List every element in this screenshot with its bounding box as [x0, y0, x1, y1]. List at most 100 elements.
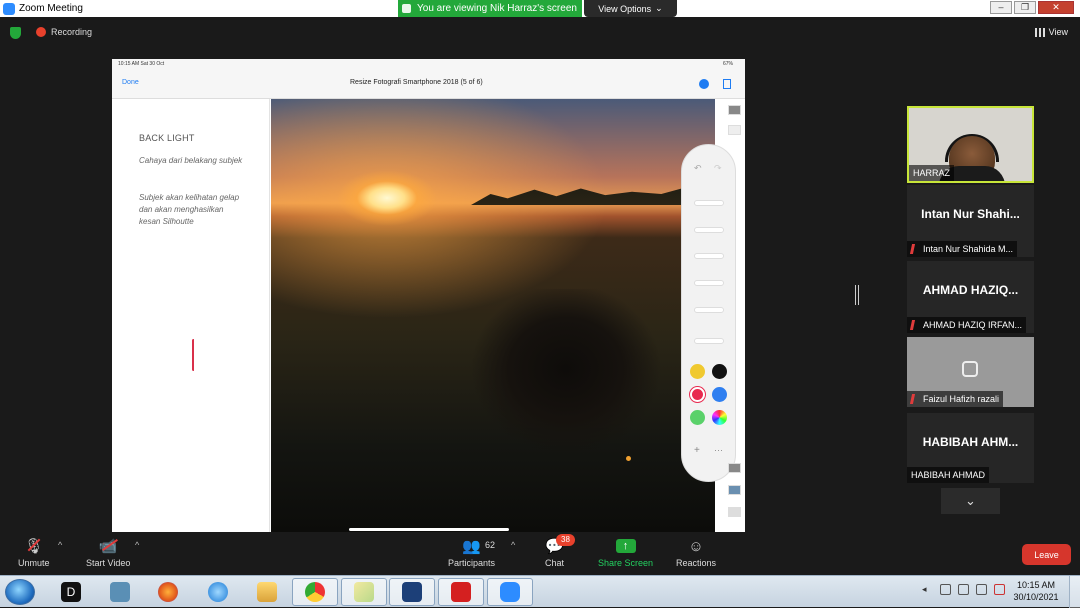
page-thumbnail[interactable] [728, 463, 741, 473]
taskbar-app[interactable] [97, 578, 143, 606]
participant-tile-active[interactable]: HARRAZ [907, 106, 1034, 183]
participant-name-tag: Faizul Hafizh razali [907, 391, 1004, 407]
color-swatch-red[interactable] [690, 387, 705, 402]
speaker-icon[interactable] [940, 584, 951, 595]
tray-expand-icon[interactable]: ◂ [922, 584, 933, 595]
security-shield-icon[interactable] [10, 27, 21, 39]
unmute-label: Unmute [18, 558, 50, 568]
color-swatch-green[interactable] [690, 410, 705, 425]
minimize-button[interactable]: – [990, 1, 1012, 14]
page-thumbnails [727, 103, 743, 533]
start-video-button[interactable]: 📹 Start Video [86, 537, 130, 568]
add-icon[interactable]: + [694, 445, 700, 456]
start-button[interactable] [5, 579, 35, 605]
network-icon[interactable] [976, 584, 987, 595]
photo-lens-flare [626, 456, 631, 461]
close-window-button[interactable]: ✕ [1038, 1, 1074, 14]
zoom-app-icon [3, 2, 15, 15]
maximize-button[interactable]: ❐ [1014, 1, 1036, 14]
share-icon[interactable] [723, 79, 731, 89]
audio-options-caret[interactable]: ^ [58, 540, 62, 550]
notes-app-icon [354, 582, 374, 602]
photo-silhouettes [461, 289, 671, 459]
taskbar-app-active[interactable] [438, 578, 484, 606]
participant-tile[interactable]: Faizul Hafizh razali [907, 337, 1034, 407]
mic-muted-icon [909, 394, 921, 404]
page-thumbnail[interactable] [728, 507, 741, 517]
scroll-down-button[interactable]: ⌄ [941, 488, 1000, 514]
participants-options-caret[interactable]: ^ [511, 540, 515, 550]
firefox-icon [158, 582, 178, 602]
chevron-down-icon: ⌄ [965, 493, 976, 508]
participants-label: Participants [448, 558, 496, 568]
page-thumbnail[interactable] [728, 485, 741, 495]
highlighter-tool[interactable] [694, 253, 724, 259]
redo-icon[interactable]: ↷ [714, 163, 722, 174]
taskbar-app-active[interactable] [487, 578, 533, 606]
view-options-button[interactable]: View Options ⌄ [584, 0, 677, 17]
color-swatch-black[interactable] [712, 364, 727, 379]
taskbar-app[interactable] [244, 578, 290, 606]
participant-tile[interactable]: AHMAD HAZIQ... AHMAD HAZIQ IRFAN... [907, 261, 1034, 333]
power-icon[interactable] [958, 584, 969, 595]
participant-tile[interactable]: Intan Nur Shahi... Intan Nur Shahida M..… [907, 185, 1034, 257]
participant-name: HARRAZ [913, 168, 951, 178]
view-options-label: View Options [598, 3, 652, 14]
reactions-icon: ☺ [688, 537, 704, 555]
taskbar-app-active[interactable] [389, 578, 435, 606]
participant-name-tag: HARRAZ [909, 165, 955, 181]
undo-icon[interactable]: ↶ [694, 163, 702, 174]
taskbar-app[interactable] [145, 578, 191, 606]
action-center-icon[interactable] [994, 584, 1005, 595]
marker-tool[interactable] [694, 227, 724, 233]
panel-splitter[interactable] [855, 285, 859, 305]
participant-tile[interactable]: HABIBAH AHM... HABIBAH AHMAD [907, 413, 1034, 483]
more-icon[interactable]: ··· [714, 445, 723, 455]
show-desktop-button[interactable] [1069, 576, 1080, 608]
taskbar-app-active[interactable] [292, 578, 338, 606]
windows-taskbar: D ◂ 10:15 AM 30/10/2021 [0, 575, 1080, 608]
slide-text-panel: BACK LIGHT Cahaya dari belakang subjek S… [112, 99, 270, 533]
mic-muted-icon [909, 244, 921, 254]
ipad-battery: 67% [722, 61, 733, 67]
reactions-button[interactable]: ☺ Reactions [676, 537, 716, 569]
done-button[interactable]: Done [122, 79, 139, 86]
video-options-caret[interactable]: ^ [135, 540, 139, 550]
color-picker-icon[interactable] [712, 410, 727, 425]
pen-annotation [192, 339, 195, 371]
pencil-tool[interactable] [694, 307, 724, 313]
color-swatch-blue[interactable] [712, 387, 727, 402]
system-tray: ◂ [922, 584, 1005, 595]
ipad-nav-bar: Done Resize Fotografi Smartphone 2018 (5… [112, 71, 745, 99]
network-app-icon [110, 582, 130, 602]
view-button[interactable]: View [1034, 27, 1068, 37]
remote-desktop-icon [402, 582, 422, 602]
share-screen-label: Share Screen [598, 558, 654, 568]
recording-indicator[interactable]: Recording [36, 27, 92, 37]
slide-heading: BACK LIGHT [139, 133, 195, 143]
leave-button[interactable]: Leave [1022, 544, 1071, 565]
markup-icon[interactable] [699, 79, 709, 89]
eraser-tool[interactable] [694, 280, 724, 286]
chat-unread-badge: 38 [556, 534, 575, 546]
unmute-button[interactable]: 🎙 Unmute [18, 537, 50, 568]
taskbar-clock[interactable]: 10:15 AM 30/10/2021 [1010, 579, 1062, 603]
share-screen-button[interactable]: ↑ Share Screen [598, 537, 653, 568]
ipad-home-indicator [349, 528, 509, 531]
internet-explorer-icon [208, 582, 228, 602]
recording-dot-icon [36, 27, 46, 37]
sunset-photo [271, 99, 715, 533]
document-app-icon: D [61, 582, 81, 602]
page-thumbnail[interactable] [728, 125, 741, 135]
slide-paragraph-2: Subjek akan kelihatan gelap dan akan men… [139, 193, 240, 226]
page-thumbnail[interactable] [728, 105, 741, 115]
taskbar-app[interactable] [195, 578, 241, 606]
participant-name-tag: Intan Nur Shahida M... [907, 241, 1018, 257]
clock-date: 30/10/2021 [1013, 592, 1059, 602]
taskbar-app-active[interactable] [341, 578, 387, 606]
ruler-tool[interactable] [694, 338, 724, 344]
taskbar-app[interactable]: D [48, 578, 94, 606]
photo-treeline [471, 187, 715, 205]
pen-tool[interactable] [694, 200, 724, 206]
color-swatch-yellow[interactable] [690, 364, 705, 379]
